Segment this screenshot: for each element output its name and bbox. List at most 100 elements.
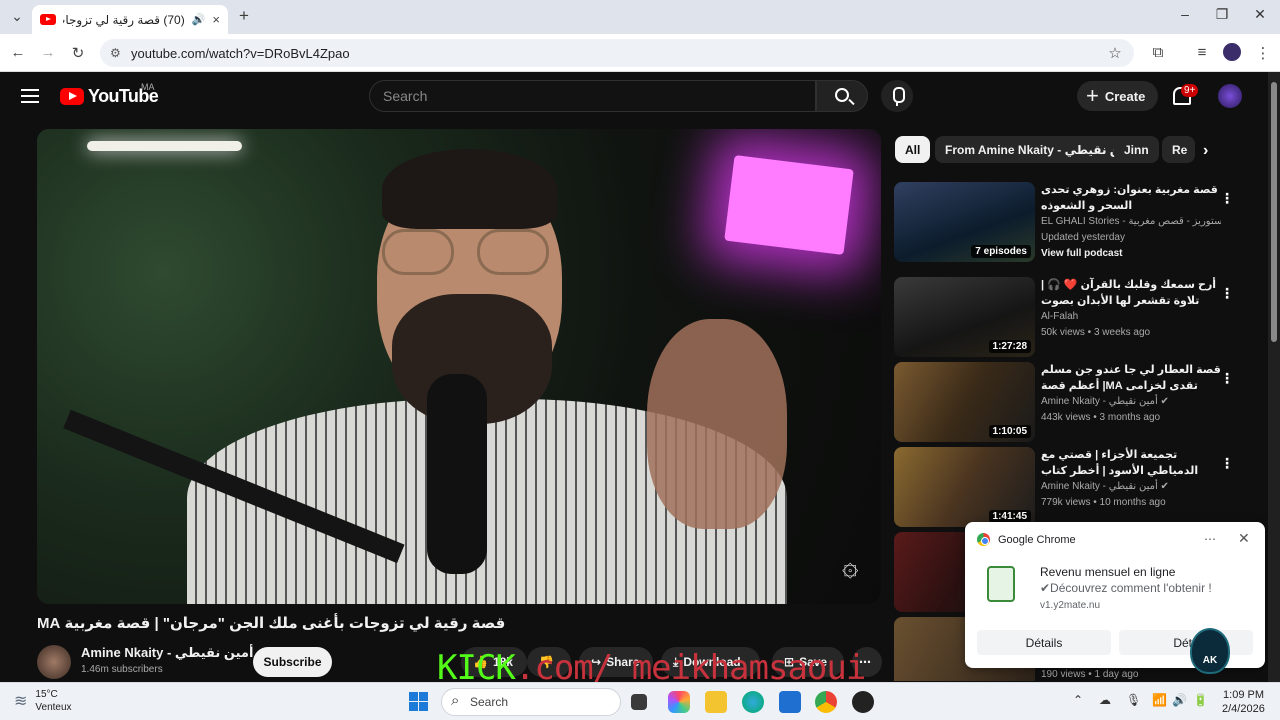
rec-meta: 50k views • 3 weeks ago <box>1041 327 1151 338</box>
chrome-taskbar-icon[interactable] <box>815 691 837 713</box>
details-button[interactable]: Détails <box>977 630 1111 655</box>
copilot-icon[interactable] <box>668 691 690 713</box>
video-glasses <box>382 229 552 279</box>
video-purple-light <box>724 155 854 255</box>
url-text: youtube.com/watch?v=DRoBvL4Zpao <box>131 45 350 61</box>
close-window-icon[interactable]: ✕ <box>1238 6 1280 23</box>
channel-name[interactable]: Amine Nkaity - أمين نقيطي ✔ <box>81 645 266 661</box>
system-clock[interactable]: 1:09 PM 2/4/2026 <box>1222 688 1265 716</box>
verified-icon: ✔ <box>1160 396 1169 407</box>
more-options-icon[interactable]: ⋮ <box>1220 285 1234 302</box>
file-explorer-icon[interactable] <box>705 691 727 713</box>
scrollbar-thumb[interactable] <box>1271 82 1277 342</box>
list-item[interactable]: 1:10:05 قصة العطار لي جا عندو جن مسلم تق… <box>894 362 1264 442</box>
subscribe-button[interactable]: Subscribe <box>253 647 332 677</box>
new-tab-icon[interactable]: + <box>235 6 253 26</box>
thumbnail[interactable]: 7 episodes <box>894 182 1035 262</box>
clock-time: 1:09 PM <box>1223 689 1264 701</box>
rec-channel[interactable]: EL GHALI Stories - الغالي ستوريز - قصص م… <box>1041 214 1221 230</box>
wifi-icon[interactable]: 📶 <box>1152 693 1167 707</box>
extensions-icon[interactable]: ⧉ <box>1148 44 1168 61</box>
thumbnail[interactable]: 1:41:45 <box>894 447 1035 527</box>
weather-widget[interactable]: ≋ 15°C Venteux <box>14 688 72 714</box>
rec-channel[interactable]: Amine Nkaity - أمين نقيطي ✔ <box>1041 394 1221 410</box>
notification-app-name: Google Chrome <box>998 533 1076 546</box>
media-control-icon[interactable]: ≡ <box>1192 44 1212 61</box>
video-hand <box>647 319 787 529</box>
account-avatar[interactable] <box>1218 84 1242 108</box>
video-microphone <box>427 374 487 574</box>
menu-icon[interactable] <box>21 89 39 103</box>
youtube-favicon-icon <box>40 14 56 25</box>
more-options-icon[interactable]: ⋮ <box>1220 455 1234 472</box>
search-button[interactable] <box>816 80 868 112</box>
notifications-badge: 9+ <box>1181 84 1199 97</box>
notification-title: Revenu mensuel en ligne <box>1040 565 1176 579</box>
weather-condition: Venteux <box>35 702 72 713</box>
battery-icon[interactable]: 🔋 <box>1193 693 1208 707</box>
address-bar[interactable]: ⚙ youtube.com/watch?v=DRoBvL4Zpao <box>100 39 1134 67</box>
region-code: MA <box>141 82 155 92</box>
duration-badge: 1:10:05 <box>988 425 1031 438</box>
volume-icon[interactable]: 🔊 <box>1172 693 1187 707</box>
speaker-icon[interactable]: 🔊 <box>192 13 206 26</box>
chevron-right-icon[interactable]: › <box>1203 142 1208 160</box>
rec-title[interactable]: أرح سمعك وقلبك بالقرآن ❤️ 🎧 | تلاوة تقشع… <box>1041 277 1221 309</box>
notification-options-icon[interactable]: ⋯ <box>1204 532 1216 546</box>
voice-search-icon[interactable] <box>881 80 913 112</box>
verified-icon: ✔ <box>1160 481 1169 492</box>
mic-tray-icon[interactable]: 🎙 <box>1126 693 1141 707</box>
store-icon[interactable] <box>779 691 801 713</box>
start-button[interactable] <box>409 692 428 711</box>
channel-avatar[interactable] <box>37 645 71 679</box>
chip-jinn[interactable]: Jinn <box>1114 136 1159 163</box>
reload-icon[interactable]: ↻ <box>68 44 88 62</box>
rec-title[interactable]: قصة مغربية بعنوان: زوهري تحدى السحر و ال… <box>1041 182 1221 214</box>
bookmark-star-icon[interactable]: ☆ <box>1105 44 1125 62</box>
task-view-icon[interactable] <box>631 694 647 710</box>
subscriber-count: 1.46m subscribers <box>81 664 163 675</box>
rec-channel[interactable]: Al-Falah <box>1041 309 1221 325</box>
create-button[interactable]: + Create <box>1077 81 1158 111</box>
chip-re[interactable]: Re <box>1162 136 1195 163</box>
browser-tab[interactable]: (70) قصة رقية لي تزوجات بأغ 🔊 × <box>32 5 228 34</box>
thumbnail[interactable]: 1:10:05 <box>894 362 1035 442</box>
edge-icon[interactable] <box>742 691 764 713</box>
tray-chevron-icon[interactable]: ⌃ <box>1073 693 1083 707</box>
more-options-icon[interactable]: ⋮ <box>1220 370 1234 387</box>
notification-source: v1.y2mate.nu <box>1040 600 1101 611</box>
chrome-menu-icon[interactable]: ⋮ <box>1253 44 1273 62</box>
browser-toolbar: ← → ↻ ⚙ youtube.com/watch?v=DRoBvL4Zpao … <box>0 34 1280 72</box>
forward-icon[interactable]: → <box>38 44 58 61</box>
channel-name: Amine Nkaity - أمين نقيطي <box>1041 396 1158 407</box>
thumbnail[interactable]: 1:27:28 <box>894 277 1035 357</box>
rec-title[interactable]: تجميعة الأجزاء | قصتي مع الدمياطي الأسود… <box>1041 447 1221 479</box>
youtube-header: YouTube MA Search + Create 9+ <box>0 72 1268 120</box>
channel-name: Amine Nkaity - أمين نقيطي <box>1041 481 1158 492</box>
chip-all[interactable]: All <box>895 136 931 163</box>
rec-title[interactable]: قصة العطار لي جا عندو جن مسلم تقدى لخزام… <box>1041 362 1221 394</box>
more-options-icon[interactable]: ⋮ <box>1220 190 1234 207</box>
tab-search-icon[interactable]: ⌄ <box>8 8 26 25</box>
windows-taskbar: ≋ 15°C Venteux Search ⌃ ☁ 🎙 📶 🔊 🔋 1:09 P… <box>0 682 1280 720</box>
list-item[interactable]: 7 episodes قصة مغربية بعنوان: زوهري تحدى… <box>894 182 1264 262</box>
taskbar-search[interactable]: Search <box>441 688 621 716</box>
rec-meta: 443k views • 3 months ago <box>1041 412 1161 423</box>
profile-avatar[interactable] <box>1223 43 1241 61</box>
search-input[interactable]: Search <box>369 80 816 112</box>
details-button-2[interactable]: Déta <box>1119 630 1253 655</box>
list-item[interactable]: 1:41:45 تجميعة الأجزاء | قصتي مع الدمياط… <box>894 447 1264 527</box>
channel-watermark-icon: ۞ <box>842 550 859 581</box>
tab-close-icon[interactable]: × <box>212 12 220 27</box>
app-taskbar-icon[interactable] <box>852 691 874 713</box>
page-scrollbar[interactable] <box>1268 72 1280 682</box>
view-full-podcast-link[interactable]: View full podcast <box>1041 246 1221 262</box>
rec-channel[interactable]: Amine Nkaity - أمين نقيطي ✔ <box>1041 479 1221 495</box>
browser-tabbar: ⌄ (70) قصة رقية لي تزوجات بأغ 🔊 × + – ❐ … <box>0 0 1280 34</box>
notification-close-icon[interactable]: ✕ <box>1238 530 1250 547</box>
network-tray-icon[interactable]: ☁ <box>1099 693 1111 707</box>
site-info-icon[interactable]: ⚙ <box>110 46 124 60</box>
video-player[interactable]: ۞ <box>37 129 881 604</box>
back-icon[interactable]: ← <box>8 44 28 61</box>
list-item[interactable]: 1:27:28 أرح سمعك وقلبك بالقرآن ❤️ 🎧 | تل… <box>894 277 1264 357</box>
